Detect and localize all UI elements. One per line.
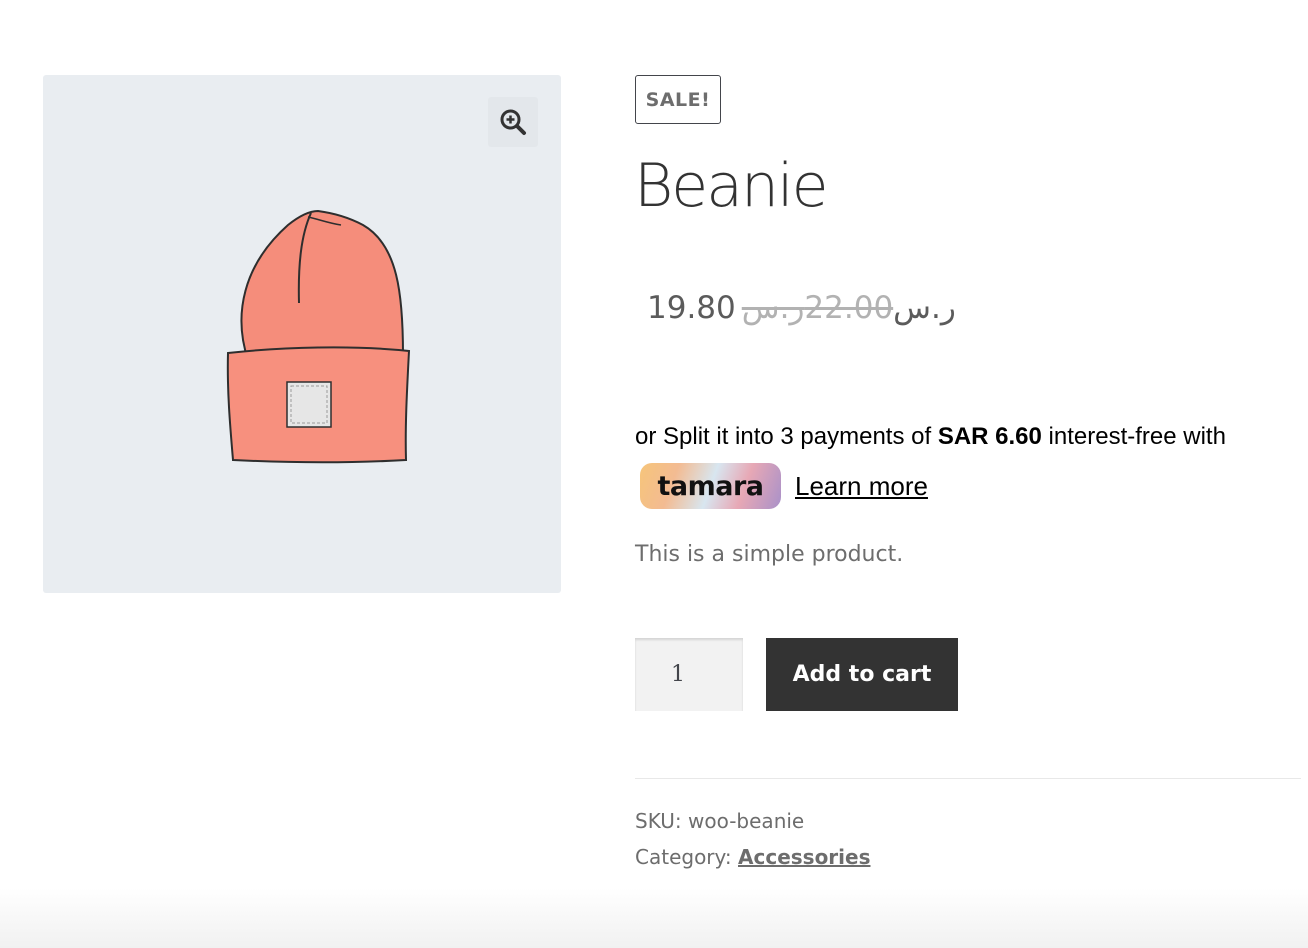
learn-more-link[interactable]: Learn more bbox=[795, 471, 928, 502]
bottom-fade bbox=[0, 888, 1308, 948]
add-to-cart-button[interactable]: Add to cart bbox=[766, 638, 958, 711]
tamara-amount: SAR 6.60 bbox=[937, 423, 1042, 450]
tamara-prefix: or Split it into 3 payments of bbox=[635, 423, 938, 450]
tamara-widget: tamara Learn more bbox=[640, 463, 928, 509]
product-title: Beanie bbox=[634, 151, 829, 221]
sale-badge: SALE! bbox=[635, 75, 721, 124]
sku-value: woo-beanie bbox=[688, 809, 805, 833]
tamara-logo: tamara bbox=[640, 463, 781, 509]
short-description: This is a simple product. bbox=[635, 542, 904, 567]
beanie-image[interactable] bbox=[193, 205, 413, 465]
category-link[interactable]: Accessories bbox=[738, 845, 871, 869]
tamara-suffix: interest-free with bbox=[1041, 423, 1226, 450]
divider bbox=[635, 778, 1301, 779]
sku-label: SKU: bbox=[635, 809, 682, 833]
zoom-button[interactable] bbox=[488, 97, 538, 147]
category-label: Category: bbox=[635, 845, 732, 869]
regular-price: 22.00ر.س bbox=[741, 290, 894, 326]
product-page: SALE! Beanie 19.80ر.س22.00ر.س or Split i… bbox=[0, 0, 1308, 948]
tamara-installment-text: or Split it into 3 payments of SAR 6.60 … bbox=[635, 422, 1226, 452]
quantity-input[interactable] bbox=[635, 638, 743, 711]
product-category: Category: Accessories bbox=[635, 844, 871, 870]
product-gallery bbox=[43, 75, 561, 593]
product-sku: SKU: woo-beanie bbox=[635, 808, 804, 834]
price: 19.80ر.س22.00ر.س bbox=[647, 288, 956, 328]
zoom-in-icon bbox=[500, 109, 526, 135]
